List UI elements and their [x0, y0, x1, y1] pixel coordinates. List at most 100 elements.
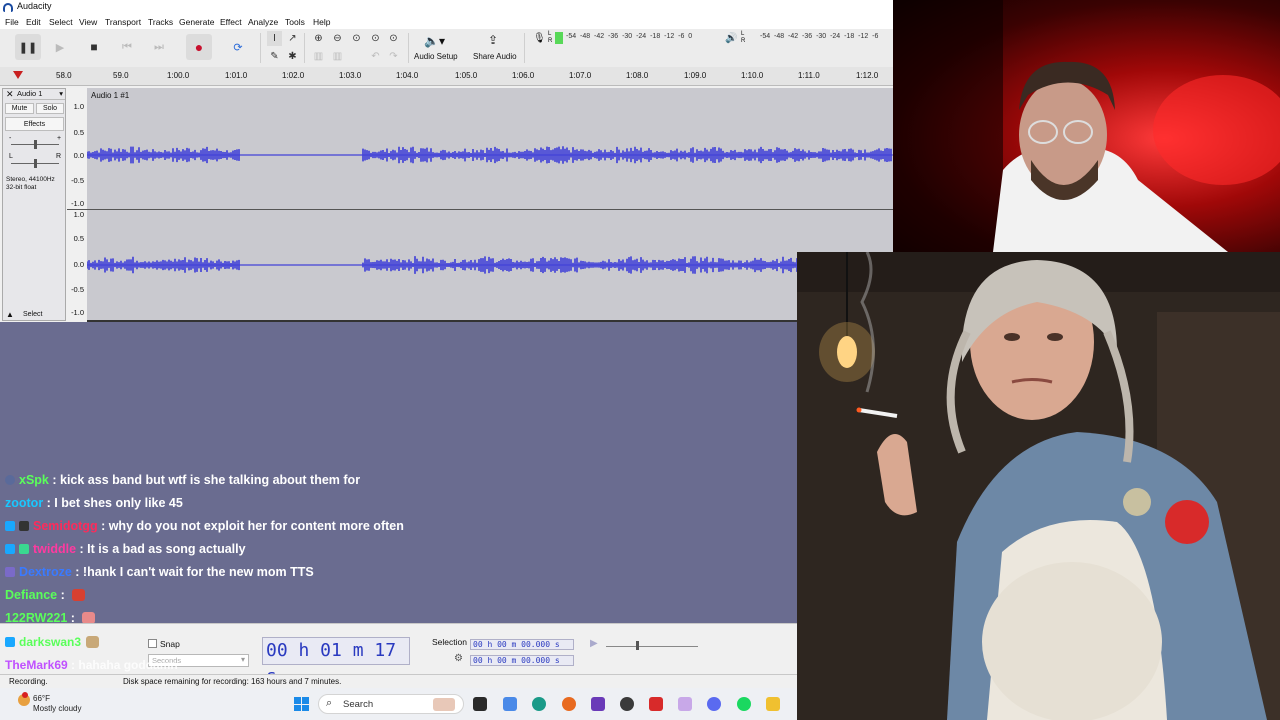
app-icon[interactable] [591, 697, 605, 711]
collapse-track-icon[interactable]: ▲ [6, 310, 14, 319]
redo-icon[interactable]: ↷ [386, 49, 401, 64]
zoom-in-icon[interactable]: ⊕ [311, 31, 326, 46]
chat-username[interactable]: zootor [5, 496, 43, 510]
file-explorer-icon[interactable] [766, 697, 780, 711]
play-speed-slider[interactable] [606, 646, 698, 647]
music-icon[interactable] [678, 697, 692, 711]
discord-icon[interactable] [707, 697, 721, 711]
mute-button[interactable]: Mute [5, 103, 34, 114]
settings-gear-icon[interactable]: ⚙ [454, 653, 463, 664]
menu-effect[interactable]: Effect [220, 17, 242, 27]
timeline-ruler[interactable]: 58.0 59.0 1:00.0 1:01.0 1:02.0 1:03.0 1:… [0, 67, 893, 86]
status-state: Recording. [9, 677, 48, 686]
silence-icon[interactable]: ▥ [330, 49, 345, 64]
playback-meter[interactable]: -54 -48 -42 -36 -30 -24 -18 -12 -6 [760, 33, 878, 44]
chat-badge-icon [5, 637, 15, 647]
menu-analyze[interactable]: Analyze [248, 17, 278, 27]
edge-icon[interactable] [532, 697, 546, 711]
selection-start-field[interactable]: 00 h 00 m 00.000 s [470, 639, 574, 650]
clip-name[interactable]: Audio 1 #1 [91, 91, 129, 100]
menu-edit[interactable]: Edit [26, 17, 41, 27]
menu-generate[interactable]: Generate [179, 17, 214, 27]
effects-button[interactable]: Effects [5, 117, 64, 131]
chat-username[interactable]: Dextroze [19, 565, 72, 579]
overlay-portrait-image [797, 252, 1280, 720]
draw-tool-icon[interactable]: ✎ [267, 49, 282, 64]
gain-slider-knob[interactable] [34, 140, 37, 149]
menu-tools[interactable]: Tools [285, 17, 305, 27]
snap-checkbox[interactable] [148, 639, 157, 648]
skip-start-button[interactable]: ⏮ [114, 34, 140, 60]
playhead-marker[interactable] [13, 71, 23, 79]
weather-temperature: 66°F [33, 694, 50, 703]
chat-emote-icon [86, 636, 100, 648]
track-select-button[interactable]: Select [23, 311, 42, 318]
windows-start-icon[interactable] [294, 697, 309, 711]
chat-message: xSpk : kick ass band but wtf is she talk… [5, 473, 360, 487]
undo-icon[interactable]: ↶ [368, 49, 383, 64]
zoom-toggle-icon[interactable]: ⊙ [386, 31, 401, 46]
share-audio-button[interactable]: ⇪ Share Audio [472, 32, 518, 64]
chat-message: Defiance : [5, 588, 86, 602]
chat-username[interactable]: twiddle [33, 542, 76, 556]
audio-setup-button[interactable]: 🔈▾ Audio Setup [414, 32, 458, 64]
skip-end-button[interactable]: ⏭ [146, 34, 172, 60]
chat-text: : hahaha goddamn [71, 658, 178, 672]
timeline-tick: 1:12.0 [856, 71, 879, 80]
chat-username[interactable]: TheMark69 [5, 658, 68, 672]
menu-help[interactable]: Help [313, 17, 330, 27]
pan-slider-knob[interactable] [34, 159, 37, 168]
envelope-tool-icon[interactable]: ↗ [285, 31, 300, 46]
menu-view[interactable]: View [79, 17, 97, 27]
multi-tool-icon[interactable]: ✱ [285, 49, 300, 64]
timeline-tick: 1:03.0 [339, 71, 362, 80]
fit-selection-icon[interactable]: ⊙ [349, 31, 364, 46]
copilot-icon[interactable] [503, 697, 517, 711]
loop-button[interactable]: ⟳ [225, 34, 251, 60]
menu-transport[interactable]: Transport [105, 17, 141, 27]
chat-username[interactable]: Defiance [5, 588, 57, 602]
audio-position-display[interactable]: 00 h 01 m 17 s [262, 637, 410, 687]
channel-divider [87, 209, 893, 210]
record-button[interactable]: ● [186, 34, 212, 60]
menu-file[interactable]: File [5, 17, 19, 27]
selection-end-field[interactable]: 00 h 00 m 00.000 s [470, 655, 574, 666]
playback-speaker-icon[interactable]: 🔊 [725, 33, 737, 44]
play-button[interactable]: ▶ [47, 34, 73, 60]
track-name-menu[interactable]: Audio 1 ▾ [13, 89, 65, 100]
menu-tracks[interactable]: Tracks [148, 17, 173, 27]
fit-project-icon[interactable]: ⊙ [368, 31, 383, 46]
chat-username[interactable]: xSpk [19, 473, 49, 487]
play-speed-knob[interactable] [636, 641, 639, 650]
notification-badge [22, 692, 28, 698]
chat-username[interactable]: Semidotgg [33, 519, 98, 533]
menu-select[interactable]: Select [49, 17, 73, 27]
media-app-icon[interactable] [649, 697, 663, 711]
record-meter[interactable]: -54 -48 -42 -36 -30 -24 -18 -12 -6 0 [566, 33, 692, 44]
timeline-tick: 1:11.0 [798, 71, 820, 80]
pause-button[interactable]: ❚❚ [15, 34, 41, 60]
task-view-icon[interactable] [473, 697, 487, 711]
firefox-icon[interactable] [562, 697, 576, 711]
chat-username[interactable]: darkswan3 [19, 635, 81, 649]
microphone-icon[interactable]: 🎙 [533, 33, 546, 44]
taskbar-search[interactable]: ⌕ Search [318, 694, 464, 714]
play-at-speed-icon[interactable]: ▶ [590, 638, 598, 649]
obs-icon[interactable] [620, 697, 634, 711]
window-title: Audacity [17, 1, 52, 11]
weather-condition: Mostly cloudy [33, 704, 82, 713]
track-format-rate: Stereo, 44100Hz [6, 176, 55, 183]
weather-widget[interactable]: 66°F Mostly cloudy [33, 694, 81, 714]
volume-minus-label: - [9, 135, 12, 142]
pan-right-label: R [56, 153, 62, 160]
speaker-icon: 🔈▾ [424, 34, 445, 48]
stop-button[interactable]: ■ [81, 34, 107, 60]
solo-button[interactable]: Solo [36, 103, 64, 114]
waveform-area[interactable]: Audio 1 #1 [87, 88, 893, 322]
spotify-icon[interactable] [737, 697, 751, 711]
trim-icon[interactable]: ▥ [311, 49, 326, 64]
zoom-out-icon[interactable]: ⊖ [330, 31, 345, 46]
loop-icon: ⟳ [233, 41, 243, 54]
timeline-tick: 1:01.0 [225, 71, 248, 80]
selection-tool-icon[interactable]: I [267, 31, 282, 46]
